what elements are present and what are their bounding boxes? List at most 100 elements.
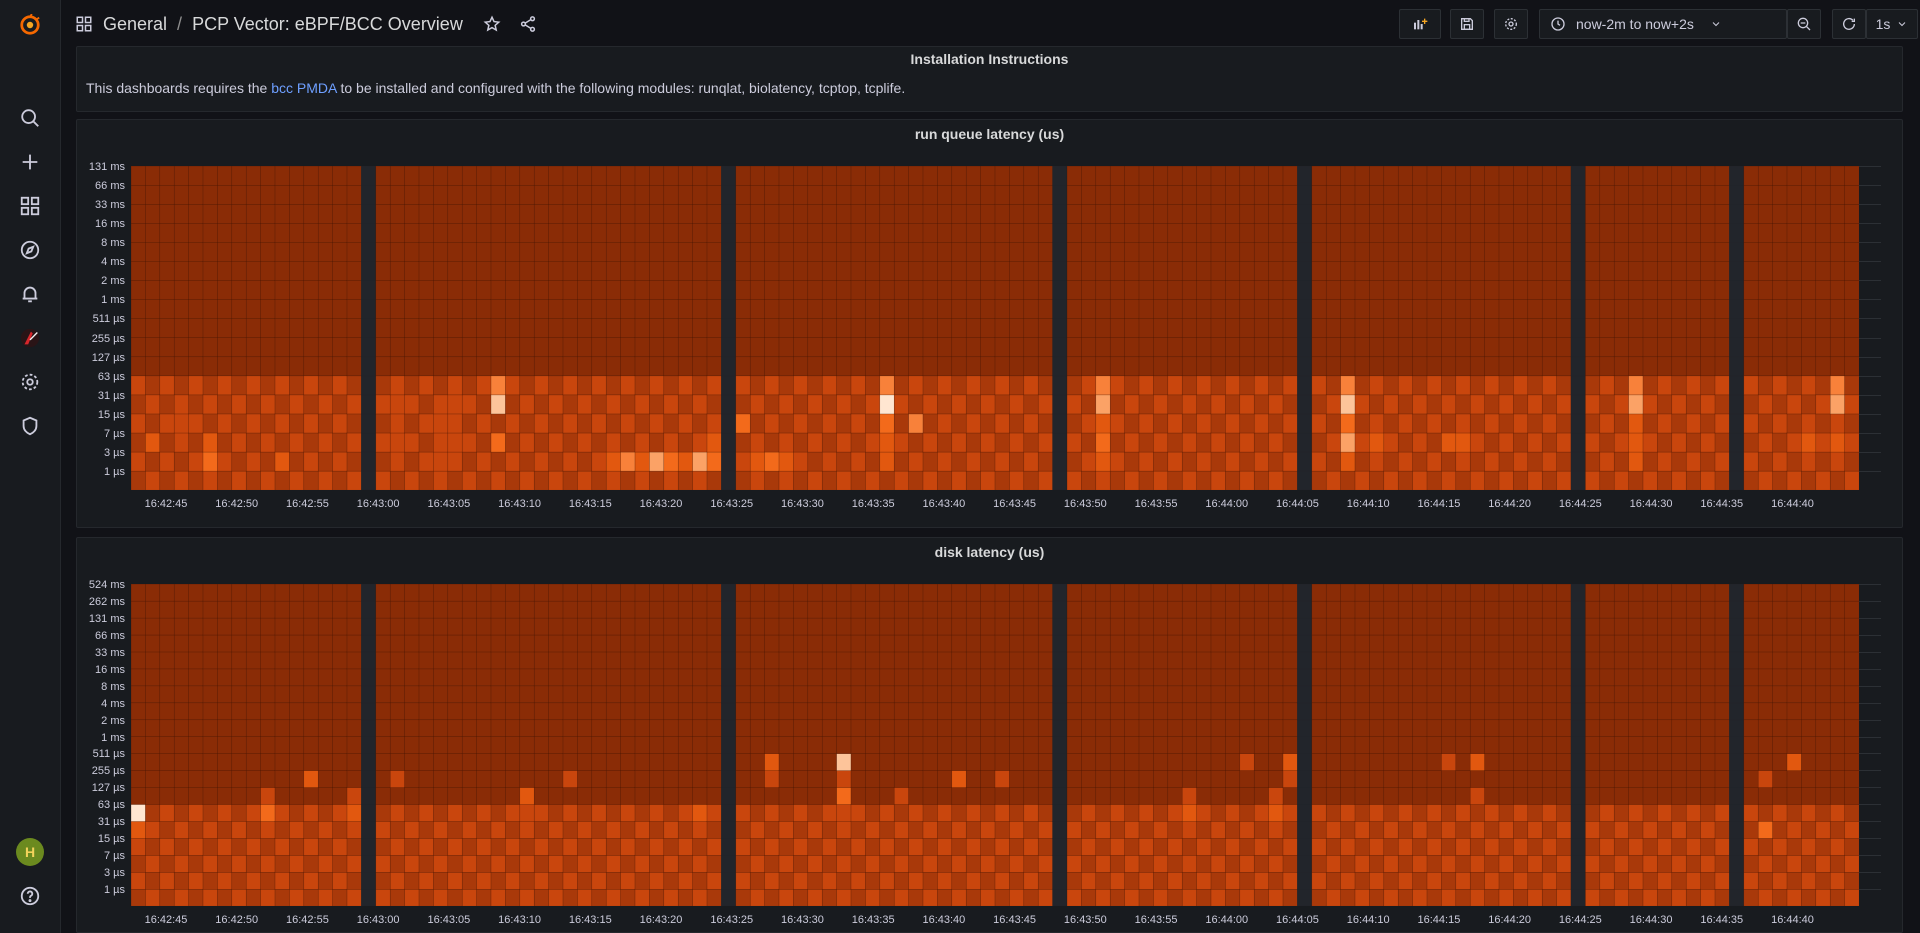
heatmap-gap-cell[interactable]	[1729, 470, 1745, 490]
heatmap-cell[interactable]	[1397, 787, 1414, 805]
heatmap-cell[interactable]	[1801, 184, 1817, 205]
heatmap-cell[interactable]	[260, 854, 276, 873]
heatmap-cell[interactable]	[850, 821, 866, 839]
heatmap-cell[interactable]	[605, 600, 622, 619]
heatmap-cell[interactable]	[908, 787, 924, 805]
heatmap-cell[interactable]	[1541, 451, 1558, 472]
heatmap-cell[interactable]	[131, 166, 146, 186]
heatmap-cell[interactable]	[778, 356, 794, 377]
heatmap-cell[interactable]	[1196, 753, 1212, 771]
heatmap-cell[interactable]	[433, 318, 449, 338]
heatmap-cell[interactable]	[389, 770, 406, 788]
heatmap-cell[interactable]	[562, 375, 578, 396]
heatmap-cell[interactable]	[649, 241, 665, 262]
heatmap-cell[interactable]	[1340, 222, 1356, 243]
heatmap-cell[interactable]	[893, 787, 910, 805]
heatmap-cell[interactable]	[922, 787, 938, 805]
heatmap-cell[interactable]	[433, 600, 449, 619]
heatmap-cell[interactable]	[490, 753, 506, 771]
heatmap-cell[interactable]	[908, 222, 924, 243]
heatmap-cell[interactable]	[793, 203, 809, 224]
heatmap-cell[interactable]	[1210, 770, 1226, 788]
heatmap-cell[interactable]	[1037, 241, 1054, 262]
heatmap-cell[interactable]	[1599, 888, 1615, 906]
heatmap-cell[interactable]	[404, 432, 420, 453]
heatmap-cell[interactable]	[605, 837, 622, 856]
heatmap-cell[interactable]	[231, 451, 247, 472]
heatmap-cell[interactable]	[793, 451, 809, 472]
heatmap-cell[interactable]	[1642, 871, 1658, 890]
heatmap-cell[interactable]	[922, 702, 938, 721]
heatmap-gap-cell[interactable]	[1297, 470, 1313, 490]
heatmap-cell[interactable]	[1383, 470, 1399, 490]
heatmap-cell[interactable]	[1181, 854, 1198, 873]
heatmap-cell[interactable]	[1743, 280, 1759, 300]
heatmap-cell[interactable]	[1455, 584, 1471, 602]
heatmap-cell[interactable]	[145, 299, 161, 319]
heatmap-gap-cell[interactable]	[1729, 413, 1745, 434]
heatmap-cell[interactable]	[1239, 753, 1255, 771]
heatmap-cell[interactable]	[1167, 617, 1183, 636]
heatmap-cell[interactable]	[1628, 394, 1644, 415]
heatmap-cell[interactable]	[649, 736, 665, 754]
heatmap-cell[interactable]	[577, 299, 593, 319]
heatmap-cell[interactable]	[1311, 318, 1327, 338]
heatmap-cell[interactable]	[289, 203, 305, 224]
heatmap-cell[interactable]	[562, 432, 578, 453]
heatmap-cell[interactable]	[404, 222, 420, 243]
heatmap-cell[interactable]	[131, 184, 146, 205]
heatmap-cell[interactable]	[1469, 702, 1486, 721]
heatmap-cell[interactable]	[1153, 753, 1169, 771]
heatmap-cell[interactable]	[706, 837, 722, 856]
heatmap-cell[interactable]	[1671, 413, 1687, 434]
heatmap-cell[interactable]	[793, 685, 809, 704]
heatmap-cell[interactable]	[1772, 600, 1788, 619]
heatmap-cell[interactable]	[490, 634, 506, 653]
heatmap-cell[interactable]	[908, 184, 924, 205]
heatmap-cell[interactable]	[188, 413, 204, 434]
heatmap-gap-cell[interactable]	[1729, 702, 1745, 721]
heatmap-cell[interactable]	[1340, 337, 1356, 358]
heatmap-gap-cell[interactable]	[1570, 413, 1586, 434]
heatmap-cell[interactable]	[1469, 299, 1486, 319]
heatmap-cell[interactable]	[173, 888, 190, 906]
heatmap-cell[interactable]	[231, 203, 247, 224]
heatmap-cell[interactable]	[1239, 413, 1255, 434]
heatmap-cell[interactable]	[245, 753, 262, 771]
heatmap-cell[interactable]	[245, 651, 262, 670]
heatmap-cell[interactable]	[1282, 222, 1298, 243]
heatmap-cell[interactable]	[1311, 753, 1327, 771]
heatmap-cell[interactable]	[317, 166, 334, 186]
heatmap-cell[interactable]	[1109, 600, 1126, 619]
heatmap-cell[interactable]	[1282, 394, 1298, 415]
heatmap-cell[interactable]	[893, 634, 910, 653]
heatmap-gap-cell[interactable]	[721, 432, 737, 453]
heatmap-cell[interactable]	[1210, 413, 1226, 434]
heatmap-cell[interactable]	[1167, 719, 1183, 737]
heatmap-cell[interactable]	[188, 634, 204, 653]
heatmap-cell[interactable]	[1743, 668, 1759, 687]
heatmap-cell[interactable]	[965, 719, 982, 737]
heatmap-cell[interactable]	[1196, 634, 1212, 653]
heatmap-cell[interactable]	[807, 854, 823, 873]
heatmap-cell[interactable]	[1095, 888, 1111, 906]
heatmap-cell[interactable]	[1714, 634, 1730, 653]
heatmap-cell[interactable]	[1585, 451, 1601, 472]
heatmap-cell[interactable]	[836, 804, 852, 822]
heatmap-cell[interactable]	[1138, 736, 1154, 754]
heatmap-cell[interactable]	[433, 299, 449, 319]
heatmap-cell[interactable]	[1023, 837, 1039, 856]
heatmap-cell[interactable]	[1498, 166, 1514, 186]
heatmap-cell[interactable]	[217, 871, 233, 890]
heatmap-cell[interactable]	[1397, 280, 1414, 300]
heatmap-cell[interactable]	[188, 432, 204, 453]
heatmap-cell[interactable]	[1210, 871, 1226, 890]
heatmap-cell[interactable]	[433, 651, 449, 670]
heatmap-cell[interactable]	[663, 804, 679, 822]
heatmap-cell[interactable]	[865, 166, 881, 186]
heatmap-cell[interactable]	[1037, 413, 1054, 434]
heatmap-cell[interactable]	[865, 617, 881, 636]
heatmap-cell[interactable]	[879, 736, 895, 754]
heatmap-cell[interactable]	[418, 166, 434, 186]
heatmap-cell[interactable]	[1311, 337, 1327, 358]
